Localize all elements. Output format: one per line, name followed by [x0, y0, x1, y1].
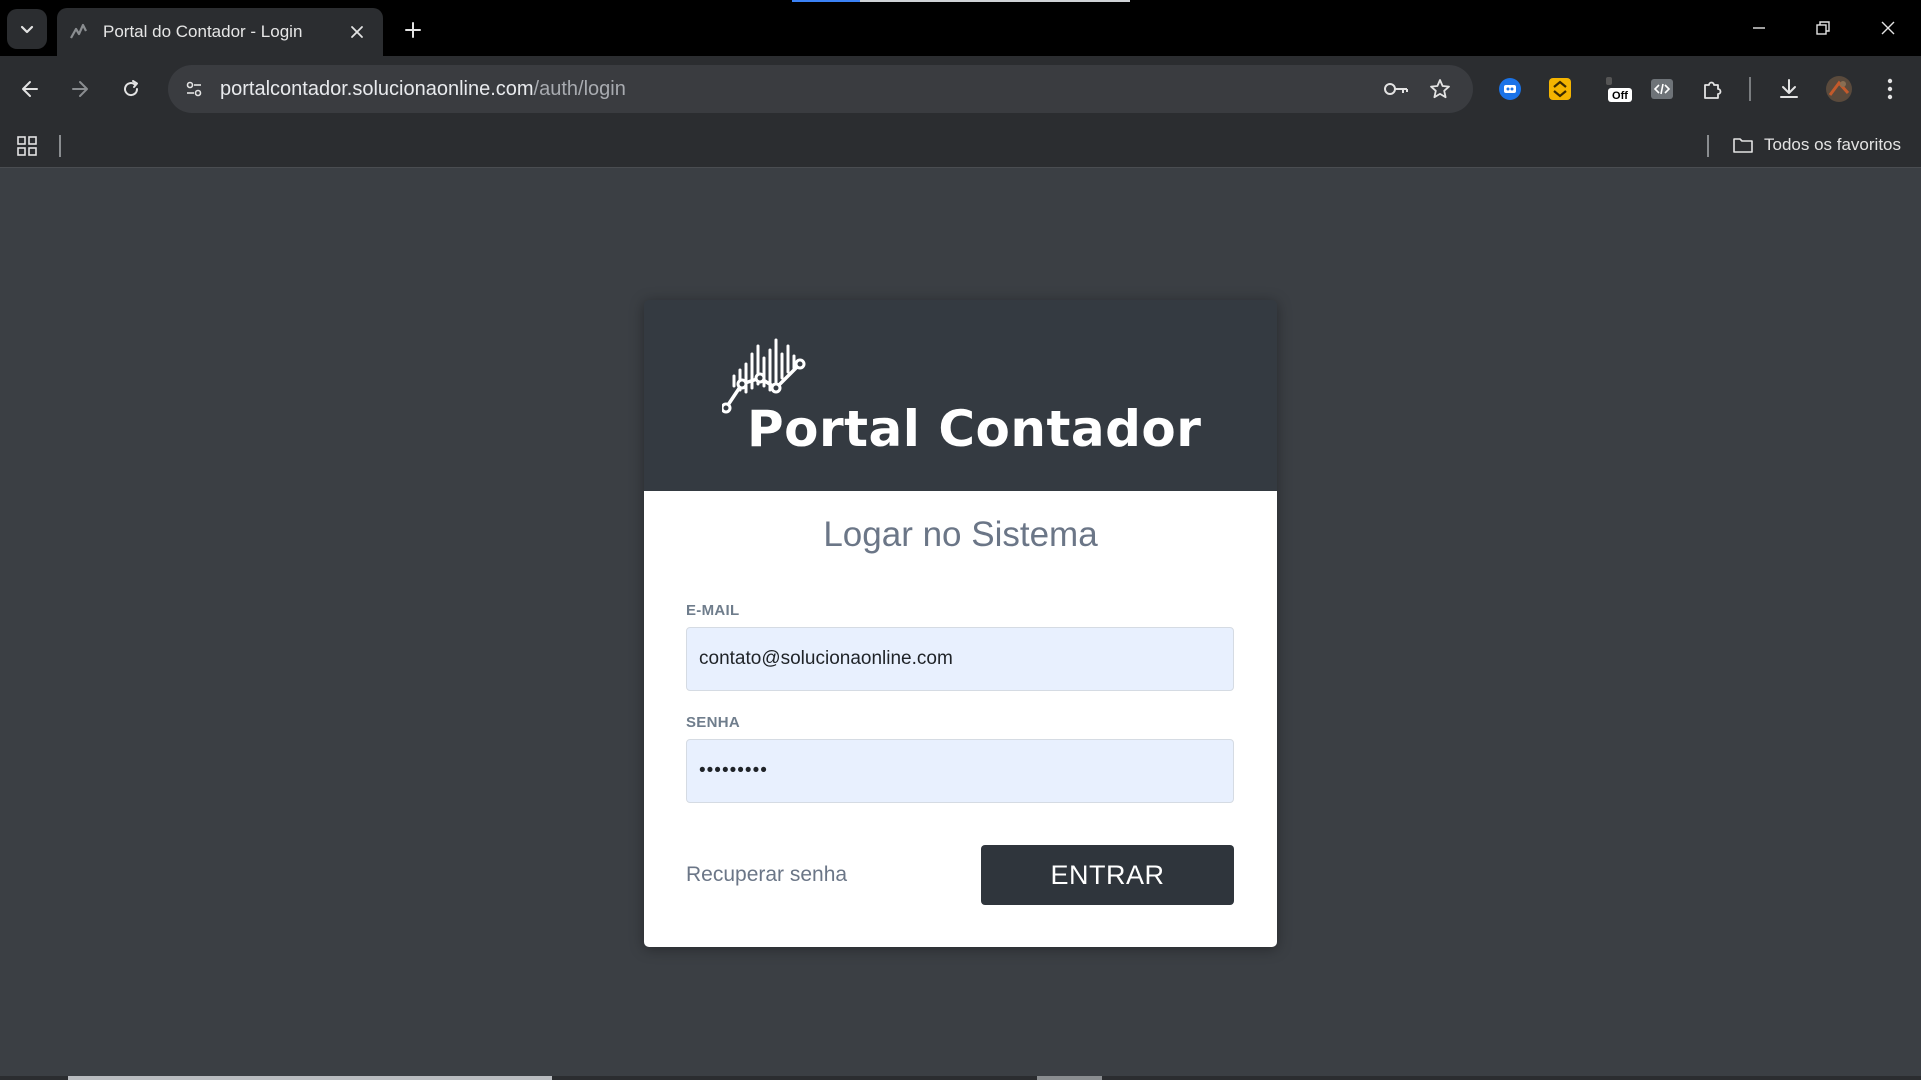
site-settings-icon[interactable] [176, 71, 212, 107]
loading-indicator-track [860, 0, 1130, 2]
login-card-header: Portal Contador [644, 300, 1277, 491]
browser-titlebar: Portal do Contador - Login [0, 0, 1921, 56]
extension-blue-icon[interactable] [1489, 68, 1531, 110]
toolbar-separator [1749, 77, 1751, 101]
reload-icon [124, 80, 139, 97]
plus-icon [405, 22, 421, 38]
recover-password-link[interactable]: Recuperar senha [686, 863, 847, 887]
downloads-icon[interactable] [1768, 68, 1810, 110]
bookmarks-bar: Todos os favoritos [0, 122, 1921, 168]
chevron-down-icon [20, 25, 34, 34]
tab-active[interactable]: Portal do Contador - Login [57, 8, 383, 56]
login-card: Portal Contador Logar no Sistema E-MAIL … [644, 300, 1277, 947]
tab-search-button[interactable] [7, 9, 47, 49]
url-host: portalcontador.solucionaonline.com [220, 77, 534, 100]
extension-off-badge: Off [1612, 90, 1628, 102]
minimize-button[interactable] [1735, 8, 1783, 48]
new-tab-button[interactable] [395, 12, 431, 48]
password-key-icon[interactable] [1378, 71, 1414, 107]
folder-icon [1733, 138, 1753, 153]
extension-off-icon[interactable]: Off [1597, 68, 1639, 110]
extensions-puzzle-icon[interactable] [1692, 68, 1734, 110]
profile-avatar[interactable] [1818, 68, 1860, 110]
extension-code-icon[interactable] [1641, 68, 1683, 110]
url-text[interactable]: portalcontador.solucionaonline.com/auth/… [220, 78, 626, 101]
bookmark-star-icon[interactable] [1422, 71, 1458, 107]
apps-grid-icon[interactable] [12, 131, 42, 161]
horizontal-scrollbar[interactable] [0, 1076, 1921, 1080]
reload-button[interactable] [110, 68, 152, 110]
restore-button[interactable] [1799, 8, 1847, 48]
all-bookmarks-label: Todos os favoritos [1763, 135, 1901, 154]
close-tab-icon[interactable] [343, 18, 371, 46]
close-icon [1881, 21, 1895, 35]
form-title: Logar no Sistema [823, 515, 1098, 554]
menu-kebab-icon[interactable] [1869, 68, 1911, 110]
restore-icon [1816, 21, 1830, 35]
all-bookmarks-button[interactable]: Todos os favoritos [1732, 130, 1901, 160]
arrow-left-icon [22, 81, 38, 97]
address-bar[interactable]: portalcontador.solucionaonline.com/auth/… [168, 65, 1473, 113]
loading-indicator [792, 0, 860, 2]
bookmarks-separator [59, 135, 61, 157]
email-label: E-MAIL [686, 602, 740, 619]
arrow-right-icon [72, 81, 88, 97]
back-button[interactable] [9, 68, 51, 110]
close-window-button[interactable] [1864, 8, 1912, 48]
browser-toolbar: portalcontador.solucionaonline.com/auth/… [0, 56, 1921, 122]
site-favicon-icon [69, 22, 89, 42]
password-label: SENHA [686, 714, 741, 731]
brand-name: Portal Contador [747, 400, 1202, 458]
minimize-icon [1753, 27, 1765, 29]
email-field[interactable] [686, 627, 1234, 691]
scrollbar-thumb[interactable] [68, 1076, 552, 1080]
bookmarks-separator [1707, 135, 1709, 157]
login-submit-button[interactable]: ENTRAR [981, 845, 1234, 905]
login-form: Logar no Sistema E-MAIL SENHA Recuperar … [644, 491, 1277, 947]
tab-title: Portal do Contador - Login [103, 22, 303, 41]
scrollbar-marker [1037, 1076, 1102, 1080]
page-viewport: Portal Contador Logar no Sistema E-MAIL … [0, 169, 1921, 1080]
url-path: /auth/login [533, 77, 626, 100]
password-field[interactable] [686, 739, 1234, 803]
extension-yellow-icon[interactable] [1539, 68, 1581, 110]
forward-button[interactable] [59, 68, 101, 110]
